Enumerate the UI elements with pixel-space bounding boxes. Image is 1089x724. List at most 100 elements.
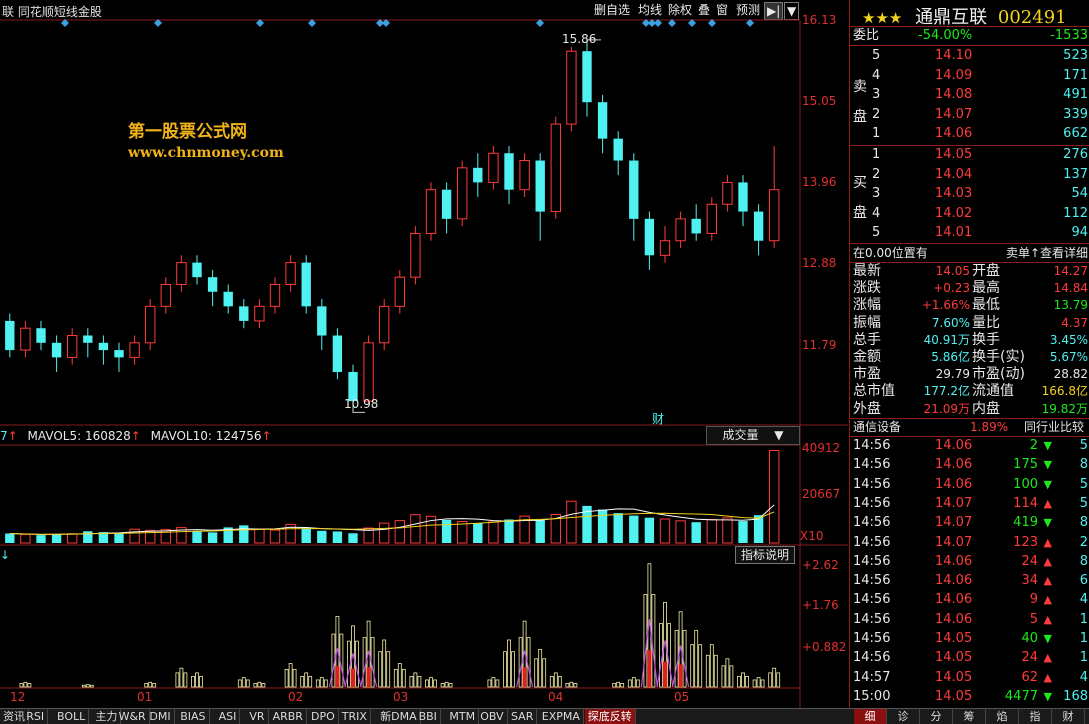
panel-tab[interactable]: 筹 — [953, 709, 986, 724]
indicator-tab[interactable]: W&R — [116, 709, 150, 724]
indicator-tab[interactable]: ASI — [216, 709, 241, 724]
industry-compare-button[interactable]: 同行业比较 — [1024, 418, 1084, 436]
tick-row[interactable]: 14:56 14.06 175 ▼ 8 — [850, 456, 1089, 474]
panel-tab[interactable]: 诊 — [887, 709, 920, 724]
stat-value: 40.91万 — [923, 332, 970, 347]
indicator-selector[interactable]: 成交量 ▼ — [706, 426, 800, 445]
tick-row[interactable]: 14:56 14.05 40 ▼ 1 — [850, 630, 1089, 648]
volume-legend: 7↑ MAVOL5: 160828↑ MAVOL10: 124756↑ — [0, 429, 272, 443]
indicator-tab[interactable]: OBV — [477, 709, 508, 724]
indicator-tab[interactable]: DMI — [146, 709, 175, 724]
tick-count: 4 — [1079, 669, 1088, 685]
indicator-tab[interactable]: MTM — [446, 709, 480, 724]
tick-row[interactable]: 15:00 14.05 4477 ▼ 168 — [850, 688, 1089, 706]
indicator-bar — [323, 679, 328, 688]
buy-price: 14.05 — [935, 147, 973, 162]
tick-row[interactable]: 14:56 14.07 419 ▼ 8 — [850, 514, 1089, 532]
indicator-tab[interactable]: ARBR — [270, 709, 307, 724]
tick-row[interactable]: 14:56 14.06 9 ▲ 4 — [850, 591, 1089, 609]
buy-volume: 94 — [1071, 225, 1088, 240]
panel-tab[interactable]: 细 — [854, 709, 887, 724]
sell-order-row[interactable]: 4 14.09 171 — [850, 67, 1089, 85]
indicator-bar — [433, 679, 437, 688]
buy-volume: 112 — [1063, 205, 1088, 221]
tick-row[interactable]: 14:56 14.07 114 ▲ 5 — [850, 495, 1089, 513]
view-detail-link[interactable]: 卖单↑查看详细 — [1006, 244, 1088, 262]
indicator-help-button[interactable]: 指标说明 — [735, 546, 795, 564]
panel-tab[interactable]: 财 — [1052, 709, 1085, 724]
indicator-bar — [429, 677, 433, 688]
stat-row: 最新 14.05 开盘 14.27 — [850, 262, 1089, 280]
panel-tab[interactable]: 焰 — [986, 709, 1019, 724]
tick-row[interactable]: 14:56 14.06 24 ▲ 8 — [850, 553, 1089, 571]
industry-name[interactable]: 通信设备 — [853, 418, 901, 436]
candle-body — [192, 262, 202, 278]
tick-row[interactable]: 14:56 14.06 5 ▲ 1 — [850, 611, 1089, 629]
panel-tab[interactable]: 指 — [1019, 709, 1052, 724]
indicator-bar — [627, 679, 632, 688]
indicator-tab[interactable]: VR — [246, 709, 269, 724]
indicator-tab[interactable]: 探底反转 — [584, 709, 636, 724]
candle-body — [675, 218, 686, 242]
stat-row: 总手 40.91万 换手 3.45% — [850, 331, 1089, 349]
tick-row[interactable]: 14:56 14.05 24 ▲ 1 — [850, 649, 1089, 667]
indicator-bar — [378, 651, 383, 688]
tick-row[interactable]: 14:56 14.06 2 ▼ 5 — [850, 437, 1089, 455]
candle-body — [659, 240, 671, 256]
buy-order-row[interactable]: 4 14.02 112 — [850, 205, 1089, 223]
low-price-marker: 10.98 — [344, 397, 379, 411]
indicator-tab[interactable]: 新DMA — [377, 709, 421, 724]
candle-body — [223, 291, 233, 307]
stat-label: 涨跌 — [853, 280, 881, 297]
candle-body — [566, 50, 577, 125]
candle-body — [410, 232, 421, 278]
buy-level: 1 — [872, 147, 881, 162]
indicator-tab[interactable]: DPO — [308, 709, 339, 724]
volume-bar — [160, 529, 171, 544]
indicator-tab[interactable]: BOLL — [54, 709, 90, 724]
tick-row[interactable]: 14:56 14.06 100 ▼ 5 — [850, 476, 1089, 494]
indicator-tab[interactable]: SAR — [508, 709, 538, 724]
tick-volume: 419 — [1013, 515, 1038, 531]
buy-order-row[interactable]: 5 14.01 94 — [850, 224, 1089, 242]
sell-order-row[interactable]: 5 14.10 523 — [850, 47, 1089, 65]
tick-time: 14:56 — [853, 515, 891, 531]
buy-order-row[interactable]: 3 14.03 54 — [850, 185, 1089, 203]
sell-order-row[interactable]: 2 14.07 339 — [850, 106, 1089, 124]
tick-volume: 114 — [1013, 495, 1038, 511]
indicator-bar — [401, 668, 406, 688]
indicator-bar — [300, 676, 305, 688]
tick-row[interactable]: 14:56 14.07 123 ▲ 2 — [850, 534, 1089, 552]
candle-body — [691, 218, 701, 234]
buy-order-row[interactable]: 2 14.04 137 — [850, 166, 1089, 184]
indicator-tab[interactable]: TRIX — [339, 709, 371, 724]
indicator-bar — [413, 672, 418, 688]
indicator-tab[interactable]: BBI — [416, 709, 441, 724]
kline-chart[interactable] — [0, 0, 848, 708]
candle-body — [753, 211, 764, 241]
buy-order-row[interactable]: 1 14.05 276 — [850, 146, 1089, 164]
indicator-tab[interactable]: RSI — [23, 709, 49, 724]
stat-label: 市盈(动) — [972, 366, 1025, 383]
sell-volume: 171 — [1063, 67, 1088, 83]
tick-price: 14.07 — [935, 495, 973, 511]
financial-report-marker[interactable]: 财 — [652, 410, 664, 427]
tick-row[interactable]: 14:57 14.05 62 ▲ 4 — [850, 669, 1089, 687]
indicator-bar — [152, 683, 157, 688]
candle-body — [269, 283, 281, 307]
candle-body — [550, 123, 561, 213]
tick-volume: 24 — [1021, 553, 1038, 569]
sell-order-row[interactable]: 1 14.06 662 — [850, 125, 1089, 143]
panel-tab[interactable]: 分 — [920, 709, 953, 724]
candle-body — [301, 262, 311, 307]
indicator-tab[interactable]: EXPMA — [539, 709, 584, 724]
volume-bar — [5, 533, 15, 543]
sell-order-row[interactable]: 3 14.08 491 — [850, 86, 1089, 104]
indicator-bar — [511, 651, 515, 688]
indicator-tab[interactable]: BIAS — [177, 709, 210, 724]
tick-row[interactable]: 14:56 14.06 34 ▲ 6 — [850, 572, 1089, 590]
indicator-bar — [709, 644, 714, 688]
candle-body — [722, 181, 733, 205]
arrow-down-icon: ▼ — [1043, 689, 1052, 703]
candle-body — [51, 342, 62, 358]
